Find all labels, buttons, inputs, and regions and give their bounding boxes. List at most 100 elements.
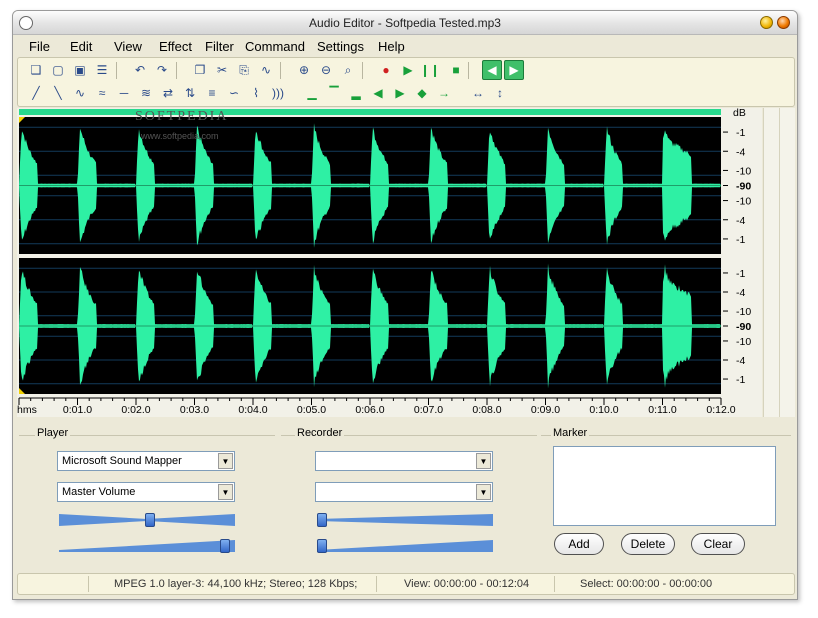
- save-icon[interactable]: ▣: [70, 60, 90, 80]
- open-folder-icon[interactable]: ▢: [48, 60, 68, 80]
- status-view: View: 00:00:00 - 00:12:04: [404, 578, 530, 590]
- clear-markers-button[interactable]: Clear: [691, 533, 745, 555]
- paste-icon[interactable]: ⎘: [234, 60, 254, 80]
- left-channel-icon[interactable]: ◀: [482, 60, 502, 80]
- undo-icon[interactable]: ↶: [130, 60, 150, 80]
- toolbar-separator: [280, 62, 281, 79]
- recorder-volume-thumb[interactable]: [317, 539, 327, 553]
- redo-icon[interactable]: ↷: [152, 60, 172, 80]
- fade-in-icon[interactable]: ╱: [26, 83, 46, 103]
- waveform-panel[interactable]: -1 -4 -10 -90 -10 -4 -1 -1 -4 -10 -90 -10 -4 -1 dB SOFT…: [17, 108, 762, 417]
- menu-help[interactable]: Help: [378, 39, 405, 54]
- waveform-display[interactable]: -1 -4 -10 -90 -10 -4 -1 -1 -4 -10 -90 -10 -4 -1 dB SOFT…: [17, 108, 762, 417]
- title-bar[interactable]: Audio Editor - Softpedia Tested.mp3: [13, 11, 797, 35]
- flanger-icon[interactable]: ∽: [224, 83, 244, 103]
- split-icon[interactable]: ↔: [468, 83, 488, 103]
- tremolo-icon[interactable]: ))): [268, 83, 288, 103]
- menu-effect[interactable]: Effect: [159, 39, 192, 54]
- menu-file[interactable]: File: [29, 39, 50, 54]
- delete-marker-button[interactable]: Delete: [621, 533, 675, 555]
- record-icon[interactable]: ●: [376, 60, 396, 80]
- zoom-in-icon[interactable]: ⊕: [294, 60, 314, 80]
- player-balance-slider[interactable]: [59, 513, 235, 527]
- silence-icon[interactable]: ─: [114, 83, 134, 103]
- time-tick-label: 0:04.0: [238, 404, 267, 416]
- highpass-icon[interactable]: ▔: [324, 83, 344, 103]
- echo-icon[interactable]: ≋: [136, 83, 156, 103]
- normalize-icon[interactable]: ≈: [92, 83, 112, 103]
- properties-icon[interactable]: ☰: [92, 60, 112, 80]
- chevron-down-icon[interactable]: ▼: [476, 453, 491, 469]
- recorder-source-select[interactable]: ▼: [315, 482, 493, 502]
- db-label: -10: [736, 336, 751, 348]
- pause-icon[interactable]: ❙❙: [420, 60, 440, 80]
- merge-icon[interactable]: ↕: [490, 83, 510, 103]
- status-divider: [88, 576, 89, 592]
- recorder-balance-slider[interactable]: [317, 513, 493, 527]
- status-select: Select: 00:00:00 - 00:00:00: [580, 578, 713, 590]
- time-tick-label: 0:10.0: [589, 404, 618, 416]
- position-bar[interactable]: [19, 109, 721, 115]
- mark-icon[interactable]: →: [434, 83, 454, 103]
- zoom-out-icon[interactable]: ⊖: [316, 60, 336, 80]
- invert-icon[interactable]: ⇅: [180, 83, 200, 103]
- window-title: Audio Editor - Softpedia Tested.mp3: [309, 16, 501, 30]
- db-label: -4: [736, 287, 745, 299]
- app-window: Audio Editor - Softpedia Tested.mp3 File…: [12, 10, 798, 600]
- marker-label: Marker: [551, 427, 590, 439]
- menu-view[interactable]: View: [114, 39, 142, 54]
- status-bar: MPEG 1.0 layer-3: 44,100 kHz; Stereo; 12…: [17, 573, 795, 595]
- db-label: -1: [736, 268, 745, 280]
- status-format: MPEG 1.0 layer-3: 44,100 kHz; Stereo; 12…: [114, 578, 358, 590]
- right-channel-icon[interactable]: ▶: [504, 60, 524, 80]
- zoom-full-icon[interactable]: ⌕: [338, 60, 358, 80]
- player-label: Player: [35, 427, 71, 439]
- close-button[interactable]: [777, 16, 790, 29]
- menu-command[interactable]: Command: [245, 39, 305, 54]
- minimize-button[interactable]: [760, 16, 773, 29]
- time-tick-label: 0:06.0: [355, 404, 384, 416]
- lowpass-icon[interactable]: ▁: [302, 83, 322, 103]
- vertical-scrollbar[interactable]: [763, 108, 779, 417]
- player-balance-thumb[interactable]: [145, 513, 155, 527]
- amplify-icon[interactable]: ∿: [70, 83, 90, 103]
- copy-icon[interactable]: ❐: [190, 60, 210, 80]
- vibrato-icon[interactable]: ⌇: [246, 83, 266, 103]
- player-device-select[interactable]: Microsoft Sound Mapper ▼: [57, 451, 235, 471]
- cut-icon[interactable]: ✂: [212, 60, 232, 80]
- db-label: -4: [736, 146, 745, 158]
- marker-list[interactable]: [553, 446, 776, 526]
- chevron-down-icon[interactable]: ▼: [476, 484, 491, 500]
- time-tick-label: 0:05.0: [297, 404, 326, 416]
- vertical-scrollbar-right[interactable]: [779, 108, 795, 417]
- menu-edit[interactable]: Edit: [70, 39, 92, 54]
- center-icon[interactable]: ◆: [412, 83, 432, 103]
- go-end-icon[interactable]: ▶: [390, 83, 410, 103]
- stop-icon[interactable]: ■: [446, 60, 466, 80]
- db-label: -1: [736, 234, 745, 246]
- play-icon[interactable]: ▶: [398, 60, 418, 80]
- fade-out-icon[interactable]: ╲: [48, 83, 68, 103]
- add-marker-button[interactable]: Add: [554, 533, 604, 555]
- bandpass-icon[interactable]: ▂: [346, 83, 366, 103]
- go-start-icon[interactable]: ◀: [368, 83, 388, 103]
- paste-mix-icon[interactable]: ∿: [256, 60, 276, 80]
- equalizer-icon[interactable]: ≡: [202, 83, 222, 103]
- db-header: dB: [733, 108, 746, 119]
- recorder-balance-thumb[interactable]: [317, 513, 327, 527]
- chevron-down-icon[interactable]: ▼: [218, 453, 233, 469]
- db-label: -90: [736, 181, 751, 193]
- reverse-icon[interactable]: ⇄: [158, 83, 178, 103]
- player-volume-select[interactable]: Master Volume ▼: [57, 482, 235, 502]
- player-volume-slider[interactable]: [59, 539, 235, 553]
- player-volume-thumb[interactable]: [220, 539, 230, 553]
- new-file-icon[interactable]: ❑: [26, 60, 46, 80]
- menu-bar: File Edit View Effect Filter Command Set…: [13, 37, 797, 57]
- menu-settings[interactable]: Settings: [317, 39, 364, 54]
- chevron-down-icon[interactable]: ▼: [218, 484, 233, 500]
- toolbar-area: ❑ ▢ ▣ ☰ ↶ ↷ ❐ ✂ ⎘ ∿ ⊕ ⊖ ⌕ ● ▶ ❙❙ ■ ◀ ▶ ╱ ╲ ∿ ≈ ─ ≋ ⇄ ⇅ ≡ ∽ ⌇))) ▁ ▔ ▂ ◀ ▶…: [17, 57, 795, 107]
- recorder-volume-slider[interactable]: [317, 539, 493, 553]
- recorder-device-select[interactable]: ▼: [315, 451, 493, 471]
- menu-filter[interactable]: Filter: [205, 39, 234, 54]
- time-tick-label: 0:01.0: [63, 404, 92, 416]
